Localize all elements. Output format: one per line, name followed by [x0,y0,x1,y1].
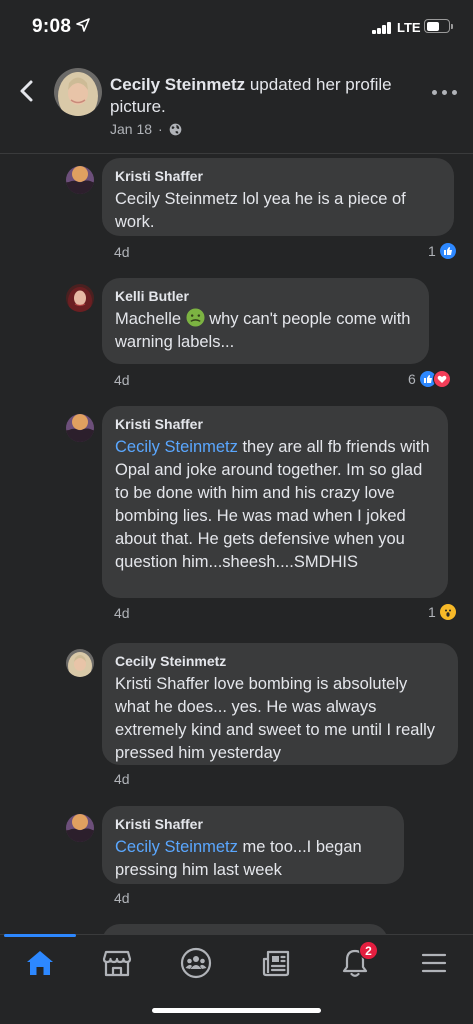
network-type: LTE [397,20,421,35]
love-icon [432,370,451,388]
comment-bubble[interactable]: Kelli Butler Machelle why can't people c… [102,278,429,364]
comment-time[interactable]: 4d [114,244,130,260]
commenter-avatar[interactable] [66,414,94,442]
comment-text: Machelle why can't people come with warn… [115,308,415,354]
comment-author[interactable]: Kristi Shaffer [115,816,390,833]
comment-text-part: they are all fb friends with Opal and jo… [115,438,430,571]
comment-author[interactable]: Kristi Shaffer [115,416,434,433]
status-time: 9:08 [32,16,72,37]
comment-bubble[interactable]: Kristi Shaffer Cecily Steinmetz lol yea … [102,158,454,236]
comment-time[interactable]: 4d [114,890,130,906]
meta-separator: · [158,121,163,137]
marketplace-icon[interactable] [97,945,137,981]
comment-bubble[interactable]: Kristi Shaffer Cecily Steinmetz me too..… [102,806,404,884]
location-arrow-icon [76,18,90,32]
status-bar: 9:08 LTE [0,0,473,54]
comment-bubble[interactable]: Kristi Shaffer Cecily Steinmetz they are… [102,406,448,598]
nauseated-face-emoji [186,308,205,327]
home-indicator [152,1008,321,1013]
post-title: Cecily Steinmetz updated her profile pic… [110,74,420,118]
reaction-count: 6 [408,371,416,387]
comment-time[interactable]: 4d [114,771,130,787]
post-meta: Jan 18 · [110,121,182,137]
notification-badge: 2 [359,941,378,960]
post-date[interactable]: Jan 18 [110,121,152,137]
comment-text: Cecily Steinmetz lol yea he is a piece o… [115,190,406,231]
reaction-count: 1 [428,243,436,259]
commenter-avatar[interactable] [66,814,94,842]
back-arrow-icon[interactable] [14,78,40,104]
home-icon[interactable] [20,945,60,981]
more-options-icon[interactable] [432,90,458,98]
active-tab-indicator [4,934,76,937]
comment-time[interactable]: 4d [114,372,130,388]
commenter-avatar[interactable] [66,284,94,312]
commenter-avatar[interactable] [66,166,94,194]
reaction-summary[interactable]: 1 [428,603,457,621]
author-name[interactable]: Cecily Steinmetz [110,75,245,94]
comment-bubble[interactable]: Cecily Steinmetz Kristi Shaffer love bom… [102,643,458,765]
comment-author[interactable]: Kelli Butler [115,288,415,305]
news-icon[interactable] [256,945,296,981]
comment-text: Cecily Steinmetz they are all fb friends… [115,436,434,574]
reaction-count: 1 [428,604,436,620]
comment-text-part: Machelle [115,310,186,328]
reaction-summary[interactable]: 1 [428,242,457,260]
battery-icon [424,19,453,33]
comment-text: Kristi Shaffer love bombing is absolutel… [115,675,436,762]
commenter-avatar[interactable] [66,649,94,677]
cellular-signal-icon [372,22,392,34]
mention-link[interactable]: Cecily Steinmetz [115,438,238,456]
globe-icon [169,123,182,135]
comment-text: Cecily Steinmetz me too...I began pressi… [115,836,390,882]
like-icon [438,242,457,260]
wow-icon [438,603,457,621]
comment-author[interactable]: Cecily Steinmetz [115,653,444,670]
comment-time[interactable]: 4d [114,605,130,621]
author-avatar[interactable] [54,68,102,116]
comment-author[interactable]: Kristi Shaffer [115,168,440,185]
post-header: Cecily Steinmetz updated her profile pic… [0,54,473,154]
mention-link[interactable]: Cecily Steinmetz [115,838,238,856]
reaction-summary[interactable]: 6 [408,370,451,388]
groups-icon[interactable] [176,945,216,981]
menu-icon[interactable] [414,945,454,981]
